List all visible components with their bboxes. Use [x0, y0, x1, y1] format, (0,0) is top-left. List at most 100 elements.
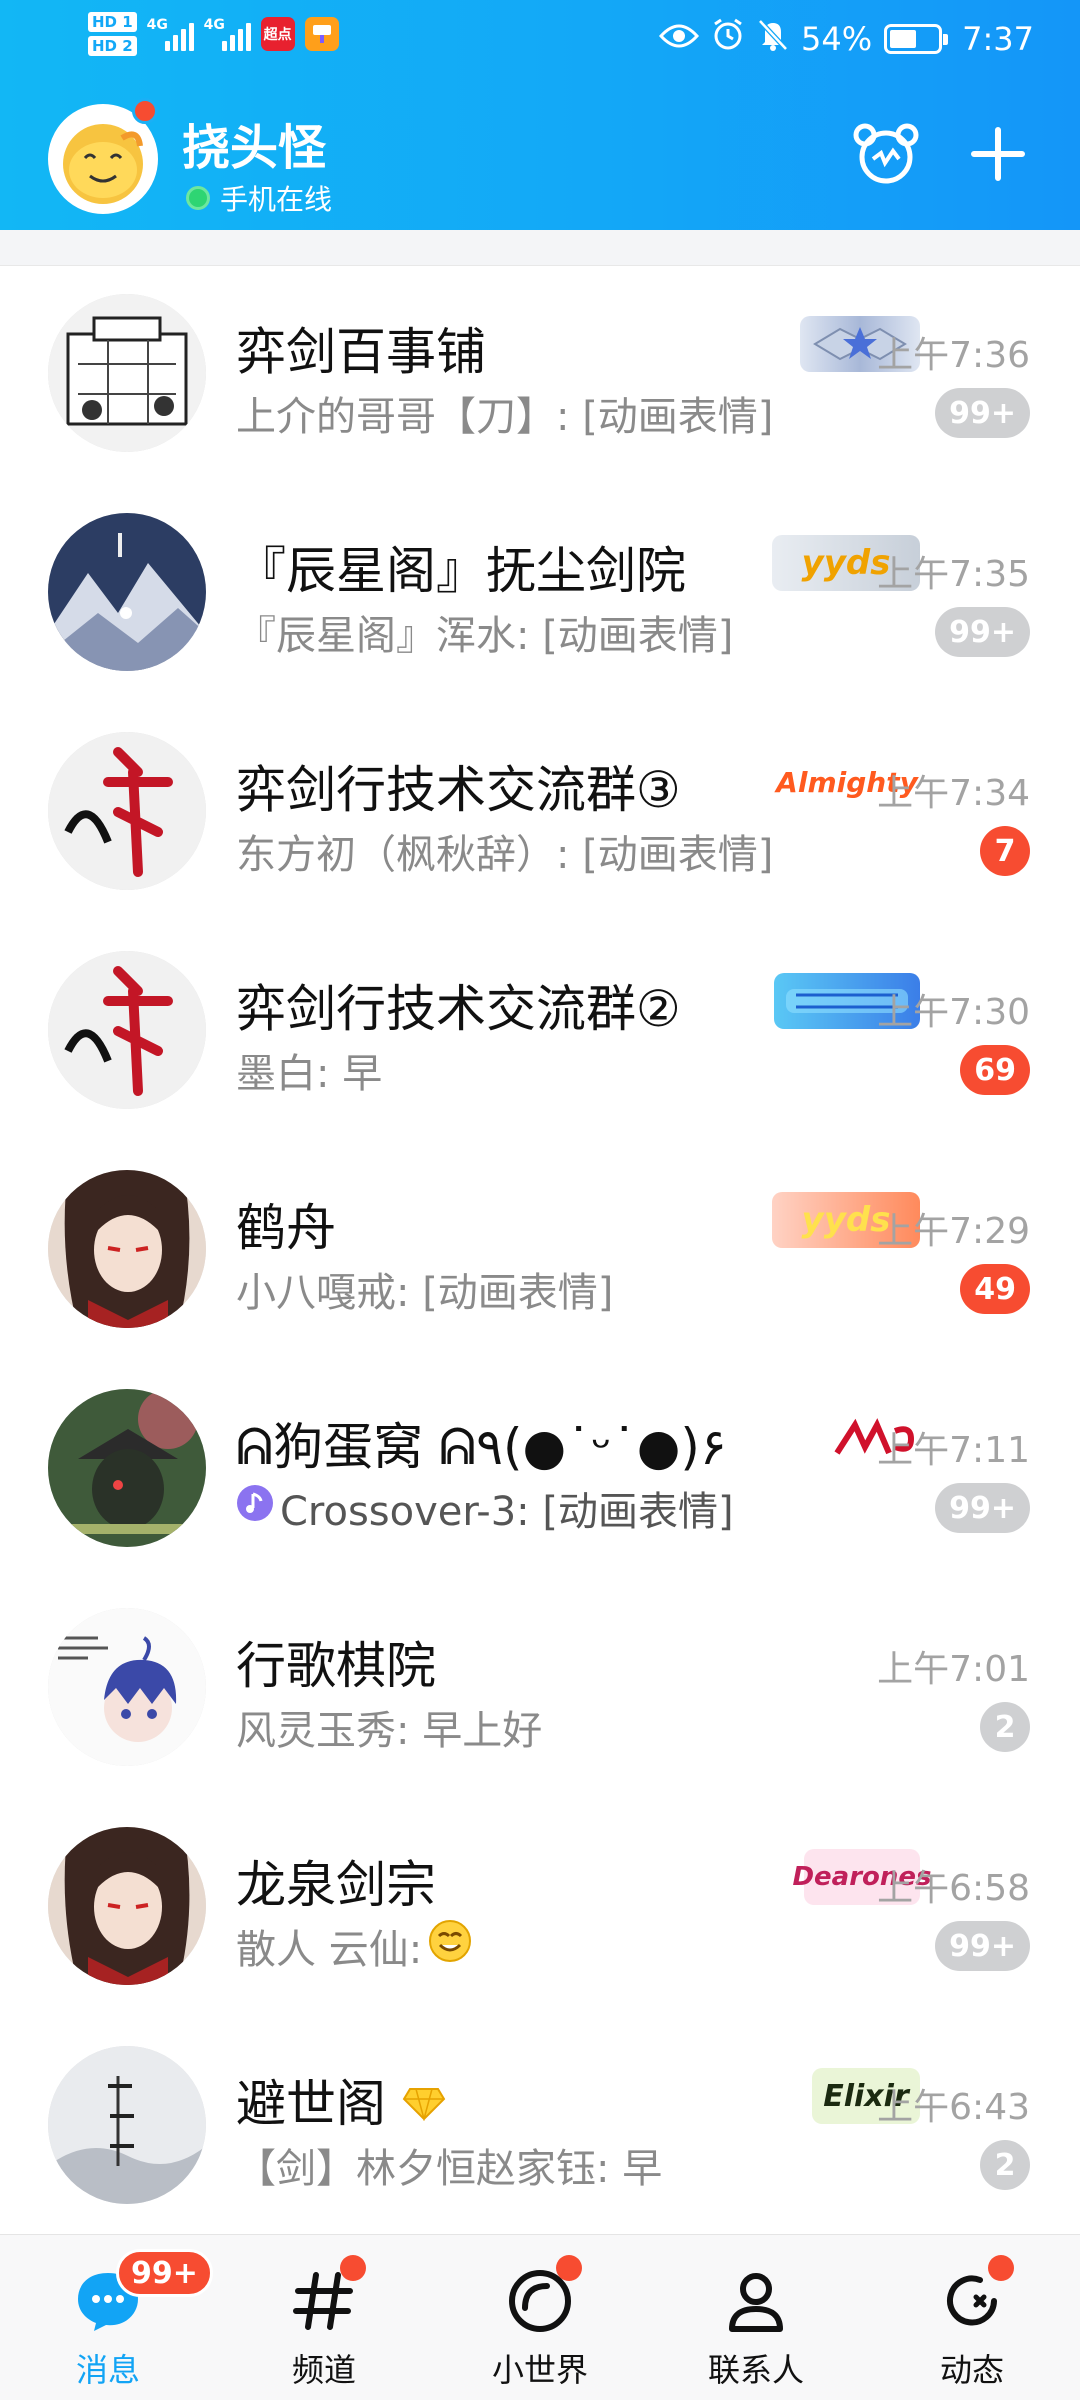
online-dot-icon — [186, 186, 210, 210]
chat-preview-text: 风灵玉秀: 早上好 — [236, 1708, 543, 1754]
chat-list[interactable]: 弈剑百事铺 上介的哥哥【刀】: [动画表情] 上午7:36 99+ 『辰星阁』抚… — [0, 266, 1080, 2237]
group-avatar[interactable] — [48, 1389, 206, 1547]
chat-time: 上午6:58 — [877, 1868, 1030, 1909]
unread-count: 69 — [960, 1045, 1030, 1095]
chat-preview-text: 上介的哥哥【刀】: [动画表情] — [236, 394, 774, 440]
chat-preview: Crossover-3: [动画表情] — [236, 1479, 734, 1537]
chat-row[interactable]: 鹤舟 小八嘎戒: [动画表情] yyds 上午7:29 49 — [0, 1142, 1080, 1361]
network-type-1: 4G — [146, 17, 168, 33]
app-header: HD 1 HD 2 4G 4G 超点 54% 7:37 挠头怪 手机在线 — [0, 0, 1080, 230]
chat-preview-text: 小八嘎戒: [动画表情] — [236, 1270, 614, 1316]
network-type-2: 4G — [203, 17, 225, 33]
signal-icon-2: 4G — [204, 17, 251, 51]
chat-preview-text: 散人 云仙: — [236, 1927, 423, 1973]
chat-preview-text: 东方初（枫秋辞）: [动画表情] — [236, 832, 774, 878]
chat-title: 弈剑行技术交流群② — [236, 980, 681, 1038]
chat-title-text: 避世阁 — [236, 2075, 386, 2133]
alarm-icon — [711, 18, 745, 60]
battery-percent: 54% — [801, 20, 873, 58]
chat-preview: 小八嘎戒: [动画表情] — [236, 1260, 613, 1318]
clock: 7:37 — [962, 20, 1034, 58]
chat-row[interactable]: 弈剑行技术交流群③ 东方初（枫秋辞）: [动画表情] Almighty 上午7:… — [0, 704, 1080, 923]
chat-row[interactable]: 龙泉剑宗 散人 云仙: Dearones 上午6:58 99+ — [0, 1799, 1080, 2018]
chat-preview: 风灵玉秀: 早上好 — [236, 1698, 542, 1756]
nav-moments[interactable]: 动态 — [864, 2235, 1080, 2400]
group-avatar[interactable] — [48, 1827, 206, 1985]
chat-preview-text: Crossover-3: [动画表情] — [280, 1489, 734, 1535]
chat-title: 行歌棋院 — [236, 1637, 436, 1695]
bottom-nav: 99+ 消息 频道 小世界 联系人 动态 — [0, 2234, 1080, 2400]
unread-count: 99+ — [935, 1483, 1030, 1533]
unread-count: 49 — [960, 1264, 1030, 1314]
chat-title: 鹤舟 — [236, 1199, 336, 1257]
nav-channels-label: 频道 — [291, 2351, 356, 2389]
nav-contacts[interactable]: 联系人 — [648, 2235, 864, 2400]
battery-icon — [884, 24, 949, 54]
music-note-icon — [236, 1484, 274, 1532]
chat-row[interactable]: 『辰星阁』抚尘剑院 『辰星阁』浑水: [动画表情] yyds 上午7:35 99… — [0, 485, 1080, 704]
chat-preview: 『辰星阁』浑水: [动画表情] — [236, 603, 733, 661]
chat-preview-text: 墨白: 早 — [236, 1051, 383, 1097]
nav-small-world-label: 小世界 — [491, 2351, 588, 2389]
chat-preview: 散人 云仙: — [236, 1917, 472, 1975]
add-icon[interactable] — [958, 114, 1038, 194]
app-notification-icon: 超点 — [260, 17, 295, 51]
pet-icon[interactable] — [846, 114, 926, 194]
status-bar: HD 1 HD 2 4G 4G 超点 54% 7:37 — [0, 0, 1080, 80]
diamond-icon — [402, 2075, 446, 2133]
chat-row[interactable]: 弈剑行技术交流群② 墨白: 早 上午7:30 69 — [0, 923, 1080, 1142]
status-right: 54% 7:37 — [658, 18, 1034, 60]
chat-time: 上午6:43 — [877, 2087, 1030, 2128]
list-top-strip — [0, 230, 1080, 266]
chat-title: ᕱ狗蛋窝 ᕱ٩(●˙ᵕ˙●)۶ — [236, 1418, 727, 1476]
hd1-indicator: HD 1 — [88, 12, 137, 32]
chat-time: 上午7:34 — [877, 773, 1030, 814]
nav-messages[interactable]: 99+ 消息 — [0, 2235, 216, 2400]
profile-notification-dot — [132, 98, 158, 124]
online-status[interactable]: 手机在线 — [186, 178, 332, 218]
chat-preview-text: 『辰星阁』浑水: [动画表情] — [236, 613, 734, 659]
nav-channels[interactable]: 频道 — [216, 2235, 432, 2400]
group-avatar[interactable] — [48, 1170, 206, 1328]
message-bubble-icon: 99+ — [72, 2249, 213, 2337]
chat-title: 『辰星阁』抚尘剑院 — [236, 542, 686, 600]
signal-icon: 4G — [147, 17, 194, 51]
nav-contacts-label: 联系人 — [707, 2351, 804, 2389]
chat-preview: 【剑】林夕恒赵家钰: 早 — [236, 2136, 662, 2194]
group-avatar[interactable] — [48, 294, 206, 452]
chat-title: 龙泉剑宗 — [236, 1856, 436, 1914]
unread-count: 7 — [980, 826, 1030, 876]
status-left: HD 1 HD 2 4G 4G 超点 — [88, 12, 339, 56]
unread-count: 99+ — [935, 388, 1030, 438]
chat-preview: 墨白: 早 — [236, 1041, 382, 1099]
channels-dot — [340, 2255, 366, 2281]
mute-icon — [757, 18, 789, 60]
group-avatar[interactable] — [48, 1608, 206, 1766]
hashtag-icon — [288, 2255, 366, 2337]
chat-row[interactable]: ᕱ狗蛋窝 ᕱ٩(●˙ᵕ˙●)۶ Crossover-3: [动画表情] 上午7:… — [0, 1361, 1080, 1580]
group-avatar[interactable] — [48, 732, 206, 890]
chat-time: 上午7:35 — [877, 554, 1030, 595]
group-avatar[interactable] — [48, 513, 206, 671]
nav-moments-label: 动态 — [939, 2351, 1004, 2389]
hd2-indicator: HD 2 — [88, 36, 137, 56]
unread-count: 99+ — [935, 1921, 1030, 1971]
chat-preview: 上介的哥哥【刀】: [动画表情] — [236, 384, 773, 442]
chat-row[interactable]: 弈剑百事铺 上介的哥哥【刀】: [动画表情] 上午7:36 99+ — [0, 266, 1080, 485]
chat-time: 上午7:36 — [877, 335, 1030, 376]
online-status-text: 手机在线 — [220, 183, 333, 216]
messages-unread-badge: 99+ — [116, 2249, 213, 2297]
profile-name[interactable]: 挠头怪 — [182, 108, 326, 178]
group-avatar[interactable] — [48, 2046, 206, 2204]
app-notification-icon-2 — [304, 17, 339, 51]
chat-preview: 东方初（枫秋辞）: [动画表情] — [236, 822, 773, 880]
smile-emoji-icon — [428, 1919, 472, 1973]
chat-time: 上午7:01 — [877, 1649, 1030, 1690]
chat-title: 弈剑百事铺 — [236, 323, 486, 381]
nav-small-world[interactable]: 小世界 — [432, 2235, 648, 2400]
group-avatar[interactable] — [48, 951, 206, 1109]
chat-row[interactable]: 行歌棋院 风灵玉秀: 早上好 上午7:01 2 — [0, 1580, 1080, 1799]
chat-row[interactable]: 避世阁 【剑】林夕恒赵家钰: 早 Elixir 上午6:43 2 — [0, 2018, 1080, 2237]
hd-indicators: HD 1 HD 2 — [88, 12, 137, 56]
small-world-icon — [504, 2255, 582, 2337]
